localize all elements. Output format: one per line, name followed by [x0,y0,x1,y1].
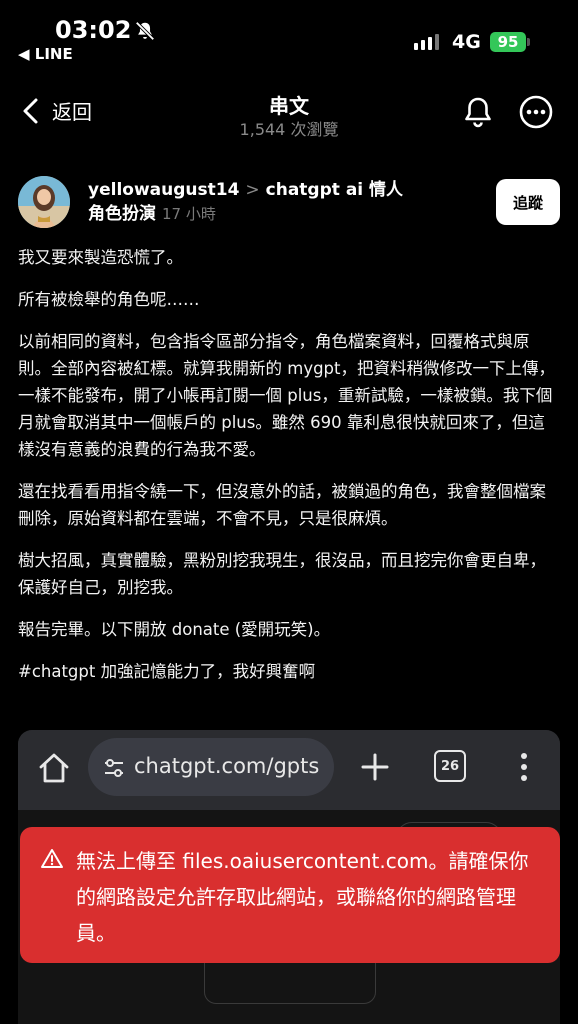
new-tab-icon [361,753,389,781]
post-paragraph: 報告完畢。以下開放 donate (愛開玩笑)。 [18,620,331,639]
home-icon [39,753,69,783]
follow-button[interactable]: 追蹤 [496,179,560,225]
status-time: 03:02 [55,16,132,44]
error-banner: 無法上傳至 files.oaiusercontent.com。請確保你的網路設定… [20,827,560,963]
post-time: 17 小時 [162,205,216,223]
avatar[interactable] [18,176,70,228]
bell-off-icon [135,21,155,41]
network-type: 4G [452,31,481,53]
url-text: chatgpt.com/gpts [134,754,320,778]
avatar-image [18,176,70,228]
menu-kebab-icon [521,753,527,781]
browser-toolbar: chatgpt.com/gpts 26 [18,730,560,810]
username-link[interactable]: yellowaugust14 [88,180,239,200]
back-to-app-link[interactable]: ◀ LINE [18,45,73,63]
url-bar: chatgpt.com/gpts [88,738,334,796]
chevron-right-icon: > [245,180,260,200]
warning-icon [41,849,63,868]
battery-tip [527,38,530,46]
post-paragraph: 我又要來製造恐慌了。 [18,248,183,267]
post-paragraph: 以前相同的資料，包含指令區部分指令，角色檔案資料，回覆格式與原則。全部內容被紅標… [18,332,555,459]
post-body: 我又要來製造恐慌了。 所有被檢舉的角色呢…… 以前相同的資料，包含指令區部分指令… [18,244,558,700]
battery-icon: 95 [490,32,526,52]
more-options-icon[interactable] [518,94,554,130]
signal-icon [414,34,439,50]
post-paragraph: 還在找看看用指令繞一下，但沒意外的話，被鎖過的角色，我會整個檔案刪除，原始資料都… [18,482,546,528]
post-hashtag-paragraph[interactable]: #chatgpt 加強記憶能力了，我好興奮啊 [18,658,558,685]
post-paragraph: 所有被檢舉的角色呢…… [18,290,200,309]
notification-bell-icon[interactable] [460,94,496,130]
tab-count-icon: 26 [434,750,466,782]
error-message: 無法上傳至 files.oaiusercontent.com。請確保你的網路設定… [76,849,529,945]
post-paragraph: 樹大招風，真實體驗，黑粉別挖我現生，很沒品，而且挖完你會更自卑，保護好自己，別挖… [18,551,546,597]
site-settings-icon [105,759,123,777]
post-meta: yellowaugust14 > chatgpt ai 情人 角色扮演 17 小時 [88,178,408,226]
